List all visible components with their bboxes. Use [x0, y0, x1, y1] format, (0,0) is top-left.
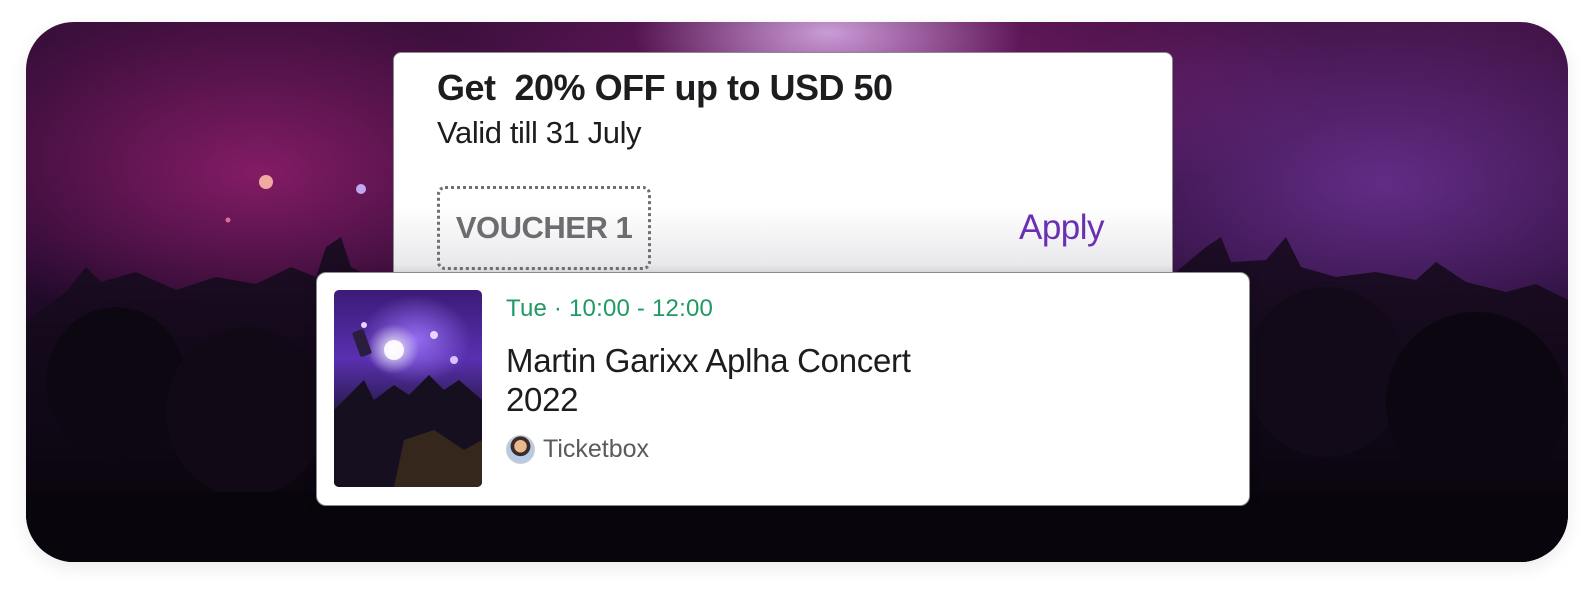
- event-time: Tue · 10:00 - 12:00: [506, 295, 714, 322]
- event-title[interactable]: Martin Garixx Aplha Concert 2022: [506, 341, 976, 419]
- apply-button[interactable]: Apply: [1019, 208, 1105, 248]
- event-card[interactable]: Tue · 10:00 - 12:00 Martin Garixx Aplha …: [316, 272, 1250, 506]
- event-thumbnail: [334, 290, 482, 487]
- voucher-validity: Valid till 31 July: [437, 115, 642, 150]
- voucher-title: Get 20% OFF up to USD 50: [437, 67, 893, 108]
- voucher-card: Get 20% OFF up to USD 50 Valid till 31 J…: [393, 52, 1173, 302]
- organizer-name: Ticketbox: [543, 435, 650, 463]
- organizer-avatar: [506, 435, 535, 464]
- organizer[interactable]: Ticketbox: [506, 435, 649, 464]
- voucher-code[interactable]: VOUCHER 1: [437, 186, 651, 270]
